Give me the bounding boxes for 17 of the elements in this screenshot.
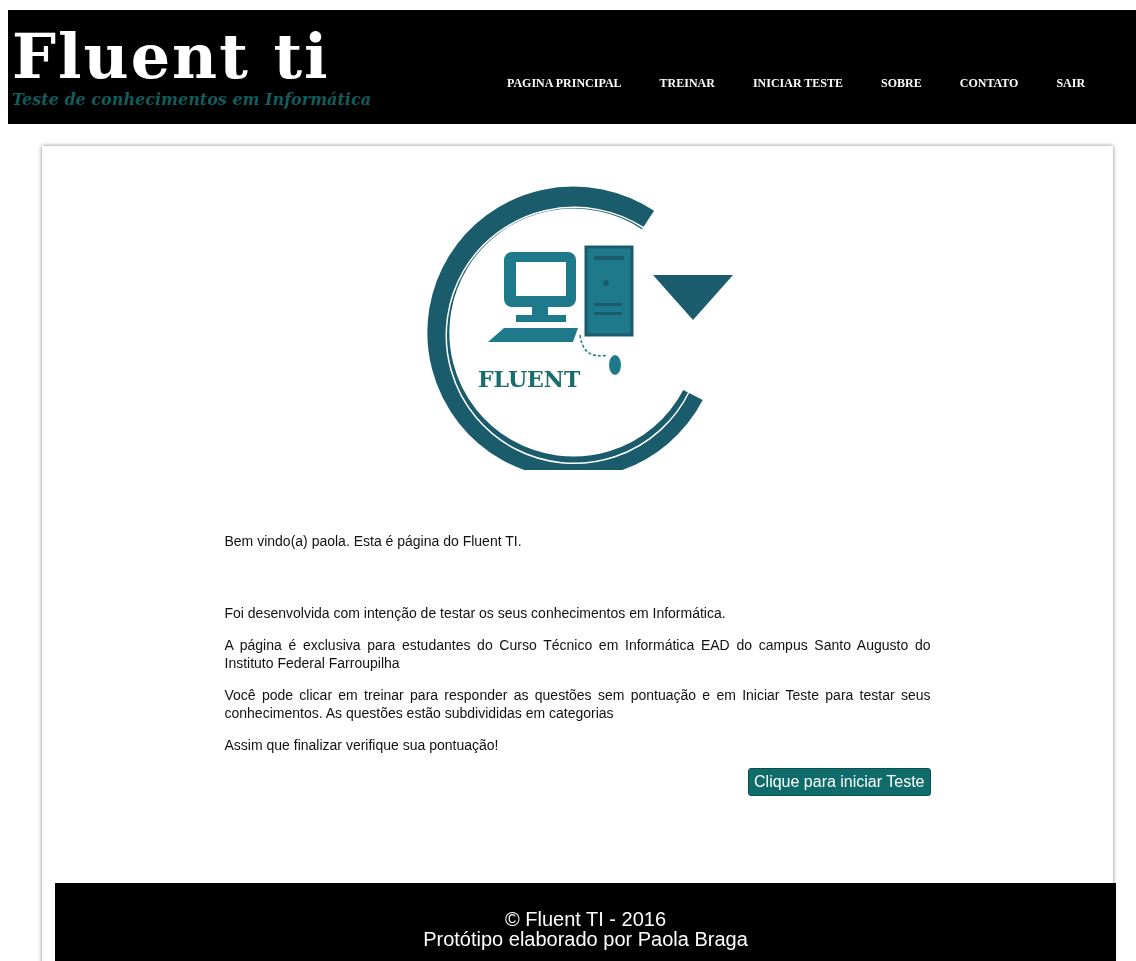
- nav-link[interactable]: TREINAR: [640, 76, 734, 91]
- fluent-logo-drawing: FLUENT: [407, 160, 748, 470]
- intro-paragraph: A página é exclusiva para estudantes do Curso Técnico em Informática EAD do campus Santo Augusto do Instituto Federal Farroupilha: [224, 636, 931, 672]
- site-logo[interactable]: Fluent ti: [8, 24, 488, 90]
- intro-paragraph: Foi desenvolvida com intenção de testar os seus conhecimentos em Informática.: [224, 604, 727, 622]
- nav-link[interactable]: PAGINA PRINCIPAL: [488, 76, 641, 91]
- nav-link[interactable]: SAIR: [1037, 76, 1105, 91]
- start-test-button[interactable]: Clique para iniciar Teste: [748, 768, 931, 796]
- tagline: Teste de conhecimentos em Informática: [11, 90, 373, 109]
- intro-paragraph: Assim que finalizar verifique sua pontuação!: [224, 736, 500, 754]
- nav-link[interactable]: INICIAR TESTE: [733, 76, 863, 91]
- nav-link[interactable]: CONTATO: [940, 76, 1038, 91]
- copyright-text: © Fluent TI - 2016: [504, 908, 667, 929]
- credit-text: Protótipo elaborado por Paola Braga: [423, 928, 748, 949]
- nav-link[interactable]: SOBRE: [862, 76, 941, 91]
- welcome-text: Bem vindo(a) paola. Esta é página do Fluent TI.: [224, 532, 523, 550]
- intro-paragraph: Você pode clicar em treinar para responder as questões sem pontuação e em Iniciar Teste para testar seus conhecimentos. As questões estão subdivididas em categorias: [224, 686, 931, 722]
